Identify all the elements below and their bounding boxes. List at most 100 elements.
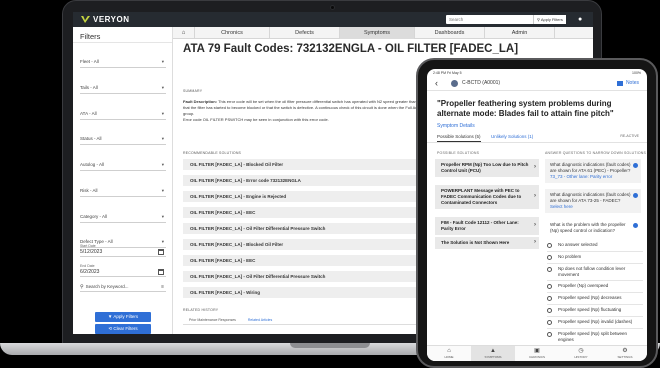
questions-heading: ANSWER QUESTIONS TO NARROW DOWN SOLUTION… [545, 151, 647, 155]
answer-option[interactable]: Propeller (Np) overspeed [547, 282, 643, 293]
tab-possible-solutions[interactable]: Possible Solutions (5) [437, 134, 481, 142]
autolog-select[interactable]: Autolog - All ▾ [80, 159, 166, 171]
tab-symptoms[interactable]: Symptoms [340, 27, 415, 39]
tab-defects[interactable]: Defects [270, 27, 340, 39]
symptom-details-link[interactable]: Symptom Details [437, 123, 475, 129]
calendar-icon[interactable] [158, 269, 164, 275]
answer-option[interactable]: Propeller speed (Np) invalid (dashes) [547, 318, 643, 329]
logo: VERYON [81, 15, 130, 24]
notes-icon[interactable] [617, 81, 623, 86]
apply-filters-header-button[interactable]: ⚲ Apply Filters [533, 15, 566, 24]
bottom-nav-home[interactable]: ⌂ HOME [427, 346, 471, 361]
solution-tabs: Possible Solutions (5) Unlikely Solution… [427, 132, 647, 143]
chevron-right-icon: › [534, 193, 536, 199]
answer-option[interactable]: Propeller speed (Np) fluctuating [547, 306, 643, 317]
answer-option[interactable]: No problem [547, 253, 643, 264]
possible-solution-text: The Solution is Not Shown Here [441, 240, 510, 245]
chevron-down-icon: ▾ [161, 85, 164, 90]
chevron-down-icon: ▾ [161, 111, 164, 116]
chronics-icon: ▣ [534, 348, 540, 354]
apply-filters-header-label: Apply Filters [540, 17, 563, 22]
status-select-label: Status - All [80, 136, 102, 141]
tab-dashboards[interactable]: Dashboards [415, 27, 485, 39]
history-icon: ◷ [578, 348, 584, 354]
possible-solution-text: FIM - Fault Code 12112 - Other Lane: Par… [441, 220, 519, 231]
apply-filters-label: Apply Filters [113, 314, 139, 319]
clear-filters-button[interactable]: ⟲ Clear Filters [95, 324, 151, 334]
answer-option[interactable]: No answer selected [547, 241, 643, 252]
possible-solution-item[interactable]: POWERPLANT Message with PEC to FADEC Com… [435, 185, 539, 209]
bottom-nav-settings[interactable]: ⚙ SETTINGS [603, 346, 647, 361]
bottom-nav-symptoms[interactable]: ▲ SYMPTOMS [471, 346, 515, 361]
possible-solution-item[interactable]: FIM - Fault Code 12112 - Other Lane: Par… [435, 217, 539, 235]
apply-filters-button[interactable]: ▼ Apply Filters [95, 312, 151, 322]
tails-select-label: Tails - All [80, 85, 98, 90]
radio-icon[interactable] [547, 332, 552, 337]
notes-link[interactable]: Notes [626, 80, 639, 86]
brand-name: VERYON [93, 15, 130, 24]
end-date-picker[interactable]: End Date 6/2/2023 [80, 264, 166, 277]
radio-icon[interactable] [547, 320, 552, 325]
chevron-down-icon: ▾ [161, 188, 164, 193]
fleet-select[interactable]: Fleet - All ▾ [80, 56, 166, 68]
tab-unlikely-solutions[interactable]: Unlikely Solutions (1) [491, 134, 533, 139]
tab-reactive[interactable]: RE-ACTIVE [620, 134, 639, 138]
chevron-down-icon: ▾ [161, 136, 164, 141]
list-icon: ≡ [161, 284, 164, 290]
status-time: 2:48 PM Fri May 5 [433, 71, 462, 75]
search-input[interactable]: Search [446, 15, 536, 24]
question-text: What diagnostic indications (fault codes… [550, 192, 631, 203]
tails-select[interactable]: Tails - All ▾ [80, 82, 166, 94]
question-answer[interactable]: Select here [550, 204, 631, 210]
category-select[interactable]: Category - All ▾ [80, 211, 166, 223]
bottom-nav-history[interactable]: ◷ HISTORY [559, 346, 603, 361]
radio-icon[interactable] [547, 255, 552, 260]
bottom-nav-history-label: HISTORY [574, 355, 588, 359]
home-icon[interactable]: ⌂ [173, 27, 195, 39]
answer-option[interactable]: Np does not follow condition lever movem… [547, 265, 643, 281]
risk-select[interactable]: Risk - All ▾ [80, 185, 166, 197]
question-card[interactable]: What diagnostic indications (fault codes… [545, 189, 641, 213]
answer-option-text: Propeller speed (Np) invalid (dashes) [558, 319, 633, 324]
user-icon[interactable]: ● [578, 15, 586, 24]
symptom-title: "Propeller feathering system problems du… [437, 99, 614, 118]
question-answer[interactable]: 73_73 - Other lane: Parity error [550, 174, 631, 180]
ata-select[interactable]: ATA - All ▾ [80, 108, 166, 120]
possible-solution-item[interactable]: The Solution is Not Shown Here › [435, 237, 539, 249]
possible-solution-item[interactable]: Propeller RPM (Np) Too Low due to Pitch … [435, 159, 539, 177]
possible-solutions-heading: POSSIBLE SOLUTIONS [437, 151, 480, 155]
radio-icon[interactable] [547, 296, 552, 301]
radio-icon[interactable] [547, 243, 552, 248]
possible-solution-text: POWERPLANT Message with PEC to FADEC Com… [441, 188, 522, 205]
tab-admin[interactable]: Admin [485, 27, 555, 39]
question-card[interactable]: What is the problem with the propeller (… [545, 219, 641, 237]
radio-icon[interactable] [547, 267, 552, 272]
tab-related-articles[interactable]: Related Articles [242, 315, 278, 324]
tablet-screen: 2:48 PM Fri May 5 100% ‹ C-BCTD (A0001) … [427, 69, 647, 361]
start-date-picker[interactable]: Start Date 5/12/2023 [80, 244, 166, 257]
main-nav: ⌂ Chronics Defects Symptoms Dashboards A… [173, 27, 593, 39]
tab-prior-maintenance[interactable]: Prior Maintenance Responses [183, 315, 242, 324]
chevron-right-icon: › [534, 239, 536, 245]
answer-option-text: Np does not follow condition lever movem… [558, 266, 626, 277]
bottom-nav-chronics[interactable]: ▣ CHRONICS [515, 346, 559, 361]
chevron-down-icon: ▾ [161, 162, 164, 167]
camera [330, 5, 335, 10]
keyword-search-input[interactable]: ⚲ Search by Keyword... ≡ [80, 282, 166, 292]
status-select[interactable]: Status - All ▾ [80, 133, 166, 145]
history-label: RELATED HISTORY [183, 308, 219, 312]
answer-option[interactable]: Propeller speed (Np) split between engin… [547, 330, 643, 344]
chevron-left-icon[interactable]: ‹ [435, 78, 438, 88]
bottom-nav-chronics-label: CHRONICS [528, 355, 545, 359]
radio-icon[interactable] [547, 284, 552, 289]
gear-icon: ⚙ [622, 348, 628, 354]
radio-icon[interactable] [547, 308, 552, 313]
search-icon: ⚲ [80, 284, 84, 290]
tab-chronics[interactable]: Chronics [195, 27, 270, 39]
question-card[interactable]: What diagnostic indications (fault codes… [545, 159, 641, 183]
bottom-nav-home-label: HOME [444, 355, 454, 359]
calendar-icon[interactable] [158, 249, 164, 255]
answer-option-text: Propeller speed (Np) decreases [558, 295, 622, 300]
answer-option[interactable]: Propeller speed (Np) decreases [547, 294, 643, 305]
logo-mark-icon [81, 16, 90, 23]
